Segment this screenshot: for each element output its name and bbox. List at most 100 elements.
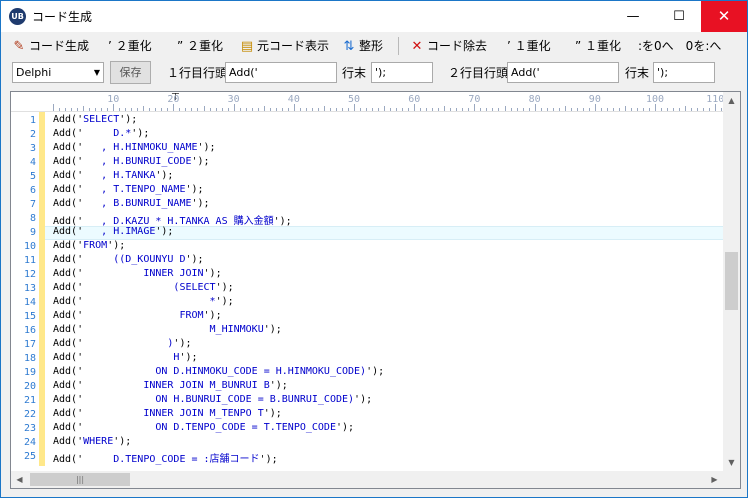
code-line-string: ) — [83, 338, 174, 349]
ruler-tick — [65, 108, 67, 111]
code-line[interactable]: Add(' INNER JOIN M_BUNRUI B'); — [53, 380, 288, 391]
ruler-tick — [703, 108, 705, 111]
line1-head-input[interactable]: Add(' — [225, 62, 337, 83]
code-line[interactable]: Add(' , B.BUNRUI_NAME'); — [53, 198, 210, 209]
code-line[interactable]: Add(' )'); — [53, 338, 191, 349]
code-line[interactable]: Add(' D.TENPO_CODE = :店舗コード'); — [53, 450, 278, 465]
options-row: Delphi ▼ 保存 １行目行頭 Add(' 行末 '); ２行目行頭 Add… — [1, 59, 747, 87]
code-line-suffix: '); — [273, 216, 292, 227]
code-line-string: D.TENPO_CODE = :店舗コード — [83, 454, 260, 465]
single-quote-single-button[interactable]: ’ １重化 — [507, 35, 551, 57]
code-line-string: ((D_KOUNYU D — [83, 254, 186, 265]
ruler-tick — [570, 108, 572, 111]
line2-tail-input[interactable]: '); — [653, 62, 715, 83]
scroll-down-arrow-icon[interactable]: ▼ — [723, 454, 740, 471]
ruler-tick — [71, 108, 73, 111]
close-button[interactable]: ✕ — [701, 1, 747, 32]
code-line-suffix: '); — [113, 436, 132, 447]
ruler-tick — [480, 108, 482, 111]
code-line[interactable]: Add(' (SELECT'); — [53, 282, 234, 293]
line-number: 16 — [23, 325, 36, 336]
vertical-scrollbar[interactable]: ▲ ▼ — [723, 92, 740, 471]
code-line[interactable]: Add(' , D.KAZU * H.TANKA AS 購入金額'); — [53, 212, 292, 227]
code-line[interactable]: Add('SELECT'); — [53, 114, 137, 125]
line1-tail-label: 行末 — [342, 66, 367, 80]
code-line-suffix: '); — [203, 268, 222, 279]
code-line-string: INNER JOIN M_BUNRUI B — [83, 380, 270, 391]
code-line-prefix: Add(' — [53, 394, 84, 405]
double-quote-single-button[interactable]: ” １重化 — [575, 35, 621, 57]
ruler-tick — [582, 108, 584, 111]
code-line[interactable]: Add(' , H.IMAGE'); — [53, 226, 173, 237]
code-line-suffix: '); — [119, 114, 138, 125]
code-line-string: (SELECT — [83, 282, 216, 293]
code-line[interactable]: Add(' *'); — [53, 296, 234, 307]
horizontal-scrollbar[interactable]: ◀ ||| ▶ — [11, 471, 723, 488]
format-button[interactable]: ⇅ 整形 — [341, 35, 383, 57]
line1-tail-input[interactable]: '); — [371, 62, 433, 83]
ruler-tick — [167, 108, 169, 111]
code-line[interactable]: Add(' D.*'); — [53, 128, 149, 139]
code-line[interactable]: Add(' , H.HINMOKU_NAME'); — [53, 142, 216, 153]
ruler-tick — [281, 108, 283, 111]
line-number-gutter: 1 2 3 4 5 6 7 8 9 10 11 12 13 14 15 16 17 18 19 20 21 22 23 24 2… — [11, 112, 39, 466]
document-icon: ▤ — [240, 39, 254, 54]
ruler-tick — [438, 108, 440, 111]
code-line[interactable]: Add(' , H.BUNRUI_CODE'); — [53, 156, 210, 167]
line-number: 25 — [23, 451, 36, 462]
ruler-tick — [143, 106, 145, 111]
language-select[interactable]: Delphi ▼ — [12, 62, 104, 83]
save-button[interactable]: 保存 — [110, 61, 151, 84]
code-line[interactable]: Add(' H'); — [53, 352, 198, 363]
code-line-suffix: '); — [263, 408, 282, 419]
show-source-button[interactable]: ▤ 元コード表示 — [239, 35, 329, 57]
remove-code-button[interactable]: ✕ コード除去 — [409, 35, 487, 57]
ruler-tick — [179, 108, 181, 111]
minimize-button[interactable]: — — [610, 1, 656, 32]
code-line[interactable]: Add(' FROM'); — [53, 310, 222, 321]
code-line-suffix: '); — [259, 454, 278, 465]
code-line-suffix: '); — [173, 338, 192, 349]
vertical-scroll-thumb[interactable] — [725, 252, 738, 310]
code-line[interactable]: Add(' INNER JOIN'); — [53, 268, 222, 279]
ruler-tick — [468, 108, 470, 111]
ruler-number: 40 — [287, 94, 300, 105]
single-quote-double-button[interactable]: ’ ２重化 — [108, 35, 152, 57]
scroll-left-arrow-icon[interactable]: ◀ — [11, 471, 28, 488]
ruler-tick — [101, 108, 103, 111]
code-line[interactable]: Add('FROM'); — [53, 240, 125, 251]
line2-head-input[interactable]: Add(' — [507, 62, 619, 83]
ruler-tick — [642, 108, 644, 111]
ruler-tick — [474, 104, 476, 111]
maximize-button[interactable]: ☐ — [656, 1, 702, 32]
horizontal-scroll-thumb[interactable]: ||| — [30, 473, 130, 486]
line-number: 4 — [29, 157, 36, 168]
code-line-prefix: Add(' — [53, 240, 84, 251]
colon-zero-swap-button[interactable]: :を0へ 0を:へ — [638, 35, 721, 57]
ruler-tick — [576, 108, 578, 111]
ruler-tick — [59, 108, 61, 111]
code-line[interactable]: Add(' , T.TENPO_NAME'); — [53, 184, 204, 195]
code-line[interactable]: Add(' INNER JOIN M_TENPO T'); — [53, 408, 282, 419]
ruler-tick — [287, 108, 289, 111]
code-line[interactable]: Add(' ON H.BUNRUI_CODE = B.BUNRUI_CODE)'… — [53, 394, 372, 405]
code-editor[interactable]: ⊤ 10 20 30 40 50 60 70 80 90 100 110 1 2 3 4 5 6 7 8 9 10 11… — [10, 91, 741, 489]
generate-code-button[interactable]: ✎ コード生成 — [11, 35, 89, 57]
ruler-tick — [384, 106, 386, 111]
code-line[interactable]: Add('WHERE'); — [53, 436, 131, 447]
chevron-down-icon: ▼ — [93, 68, 100, 77]
code-line-prefix: Add(' — [53, 380, 84, 391]
code-line[interactable]: Add(' ON D.TENPO_CODE = T.TENPO_CODE'); — [53, 422, 354, 433]
scroll-up-arrow-icon[interactable]: ▲ — [723, 92, 740, 109]
double-quote-double-button[interactable]: ” ２重化 — [177, 35, 223, 57]
line-number: 15 — [23, 311, 36, 322]
code-line[interactable]: Add(' M_HINMOKU'); — [53, 324, 282, 335]
code-line[interactable]: Add(' , H.TANKA'); — [53, 170, 173, 181]
code-line[interactable]: Add(' ((D_KOUNYU D'); — [53, 254, 204, 265]
ruler-number: 10 — [107, 94, 120, 105]
code-line[interactable]: Add(' ON D.HINMOKU_CODE = H.HINMOKU_CODE… — [53, 366, 384, 377]
ruler-tick — [691, 108, 693, 111]
code-line-suffix: '); — [191, 198, 210, 209]
ruler-tick — [305, 108, 307, 111]
scroll-right-arrow-icon[interactable]: ▶ — [706, 471, 723, 488]
